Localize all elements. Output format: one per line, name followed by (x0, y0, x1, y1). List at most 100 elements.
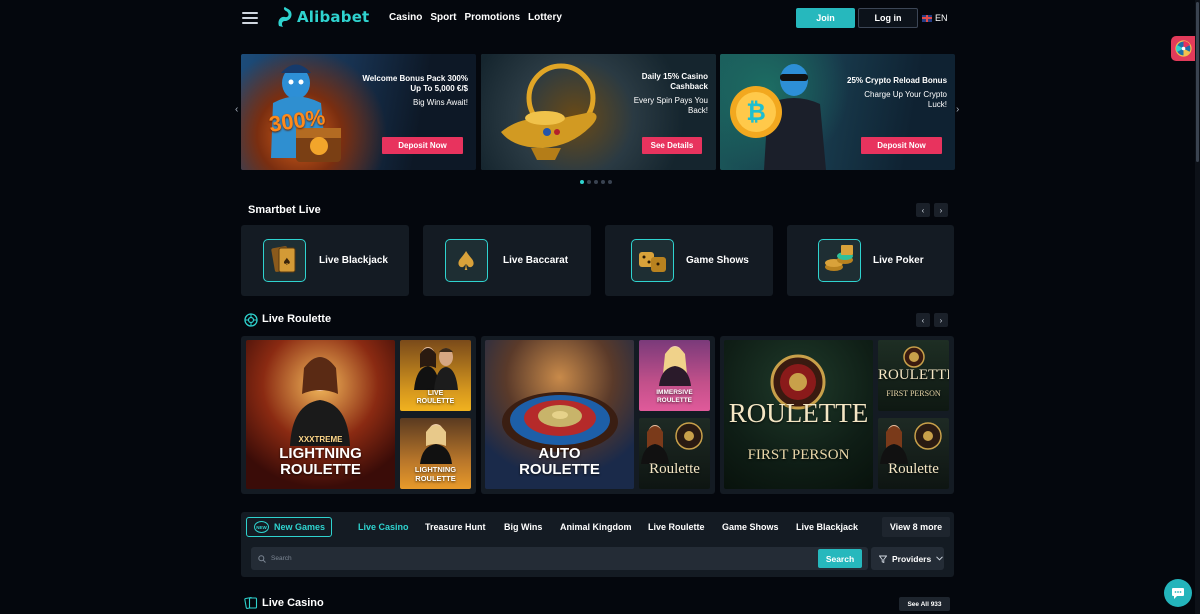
banner-copy: Welcome Bonus Pack 300% Up To 5,000 €/$ … (358, 74, 468, 108)
roulette-wheel-icon (244, 313, 258, 327)
filter-icon (879, 555, 887, 563)
game-tile-xxxtreme-lightning-roulette[interactable]: XXXTREME LIGHTNING ROULETTE (246, 340, 395, 489)
category-label: Live Baccarat (503, 255, 569, 266)
tile-label-line2: FIRST PERSON (886, 389, 941, 398)
banner-crypto-reload[interactable]: ₿ 25% Crypto Reload Bonus Charge Up Your… (720, 54, 955, 170)
carousel-dot[interactable] (608, 180, 612, 184)
banner-next-arrow[interactable]: › (956, 104, 959, 115)
game-tile-live-roulette[interactable]: LIVE ROULETTE (400, 340, 471, 411)
game-tile-auto-roulette[interactable]: AUTO ROULETTE (485, 340, 634, 489)
live-roulette-title: Live Roulette (262, 313, 332, 325)
chat-icon (1172, 587, 1184, 599)
tile-label-line1: IMMERSIVE (656, 389, 693, 396)
smartbet-prev-button[interactable]: ‹ (916, 203, 930, 217)
game-tile-roulette[interactable]: Roulette (878, 418, 949, 489)
providers-label: Providers (892, 553, 932, 564)
see-details-button[interactable]: See Details (642, 137, 702, 154)
roulette-wheel-illustration (903, 346, 925, 368)
chevron-down-icon (936, 556, 944, 561)
tile-label-line2: ROULETTE (656, 397, 693, 404)
new-games-button[interactable]: NEW New Games (246, 517, 332, 537)
banner-welcome-bonus[interactable]: 300% Welcome Bonus Pack 300% Up To 5,000… (241, 54, 476, 170)
svg-text:₿: ₿ (746, 98, 766, 126)
carousel-dot[interactable] (580, 180, 584, 184)
nav-lottery[interactable]: Lottery (528, 12, 562, 23)
banner-prev-arrow[interactable]: ‹ (235, 104, 238, 115)
category-game-shows[interactable]: Game Shows (605, 225, 773, 296)
see-all-button[interactable]: See All 933 (899, 597, 950, 611)
banner-cashback[interactable]: Daily 15% Casino Cashback Every Spin Pay… (481, 54, 716, 170)
nav-promotions[interactable]: Promotions (464, 12, 520, 23)
logo-text: Alibabet (297, 8, 370, 26)
tile-label-line2: ROULETTE (416, 398, 455, 405)
game-tile-roulette-first-person[interactable]: ROULETTE FIRST PERSON (878, 340, 949, 411)
roulette-prev-button[interactable]: ‹ (916, 313, 930, 327)
logo[interactable]: Alibabet (276, 6, 369, 28)
tile-label-line3: ROULETTE (280, 461, 361, 478)
game-tile-lightning-roulette[interactable]: LIGHTNING ROULETTE (400, 418, 471, 489)
live-chat-button[interactable] (1164, 579, 1192, 607)
banner-copy: 25% Crypto Reload Bonus Charge Up Your C… (847, 76, 947, 110)
nav-sport[interactable]: Sport (430, 12, 456, 23)
tab-game-shows[interactable]: Game Shows (722, 522, 779, 532)
join-button[interactable]: Join (796, 8, 855, 28)
tab-animal-kingdom[interactable]: Animal Kingdom (560, 522, 632, 532)
dealers-illustration (414, 347, 458, 390)
dealer-illustration (659, 346, 691, 386)
smartbet-next-button[interactable]: › (934, 203, 948, 217)
search-input[interactable] (271, 555, 811, 562)
carousel-dots (580, 180, 612, 184)
baccarat-spade-icon: ♠ (445, 239, 488, 282)
carousel-dot[interactable] (601, 180, 605, 184)
category-live-blackjack[interactable]: ♠ Live Blackjack (241, 225, 409, 296)
dealer-illustration (420, 424, 452, 464)
deposit-now-button[interactable]: Deposit Now (861, 137, 942, 154)
dice-icon (631, 239, 674, 282)
smartbet-arrows: ‹ › (916, 203, 948, 217)
tab-live-roulette[interactable]: Live Roulette (648, 522, 705, 532)
fortune-wheel-widget[interactable] (1171, 36, 1196, 61)
providers-dropdown[interactable]: Providers (871, 547, 944, 570)
category-live-baccarat[interactable]: ♠ Live Baccarat (423, 225, 591, 296)
nav-casino[interactable]: Casino (389, 12, 422, 23)
tile-label-line1: Roulette (888, 461, 939, 477)
tile-label-line2: FIRST PERSON (747, 447, 850, 463)
banner-title: Welcome Bonus Pack 300% Up To 5,000 €/$ (362, 74, 468, 93)
svg-text:♠: ♠ (283, 257, 292, 268)
language-selector[interactable]: EN (922, 8, 954, 28)
casino-page: Alibabet Casino Sport Promotions Lottery… (0, 0, 1200, 614)
tile-label-line2: LIGHTNING (279, 445, 362, 462)
game-tile-roulette-first-person[interactable]: ROULETTE FIRST PERSON (724, 340, 873, 489)
dealer-illustration (641, 422, 703, 464)
menu-icon[interactable] (242, 12, 258, 24)
category-live-poker[interactable]: Live Poker (787, 225, 954, 296)
genie-logo-icon (278, 7, 292, 27)
uk-flag-icon (922, 14, 932, 22)
smartbet-live-title: Smartbet Live (248, 204, 321, 216)
view-more-button[interactable]: View 8 more (882, 517, 950, 537)
category-label: Live Blackjack (319, 255, 388, 266)
tab-big-wins[interactable]: Big Wins (504, 522, 542, 532)
carousel-dot[interactable] (587, 180, 591, 184)
category-label: Game Shows (686, 255, 749, 266)
tab-live-casino[interactable]: Live Casino (358, 522, 409, 532)
search-button[interactable]: Search (818, 549, 862, 568)
tile-label-line1: AUTO (538, 445, 581, 462)
login-button[interactable]: Log in (858, 8, 918, 28)
deposit-now-button[interactable]: Deposit Now (382, 137, 463, 154)
game-tile-roulette[interactable]: Roulette (639, 418, 710, 489)
category-label: Live Poker (873, 255, 924, 266)
new-games-label: New Games (274, 522, 326, 532)
tile-label-line1: LIGHTNING (414, 465, 457, 474)
game-tile-immersive-roulette[interactable]: IMMERSIVE ROULETTE (639, 340, 710, 411)
svg-text:♠: ♠ (454, 247, 477, 277)
dealer-illustration (880, 422, 942, 464)
tile-label-line1: LIVE (427, 390, 444, 397)
tile-label-line1: ROULETTE (878, 367, 949, 383)
tab-live-blackjack[interactable]: Live Blackjack (796, 522, 858, 532)
scrollbar-thumb[interactable] (1196, 2, 1199, 162)
carousel-dot[interactable] (594, 180, 598, 184)
tab-treasure-hunt[interactable]: Treasure Hunt (425, 522, 486, 532)
roulette-next-button[interactable]: › (934, 313, 948, 327)
language-label: EN (935, 13, 948, 23)
